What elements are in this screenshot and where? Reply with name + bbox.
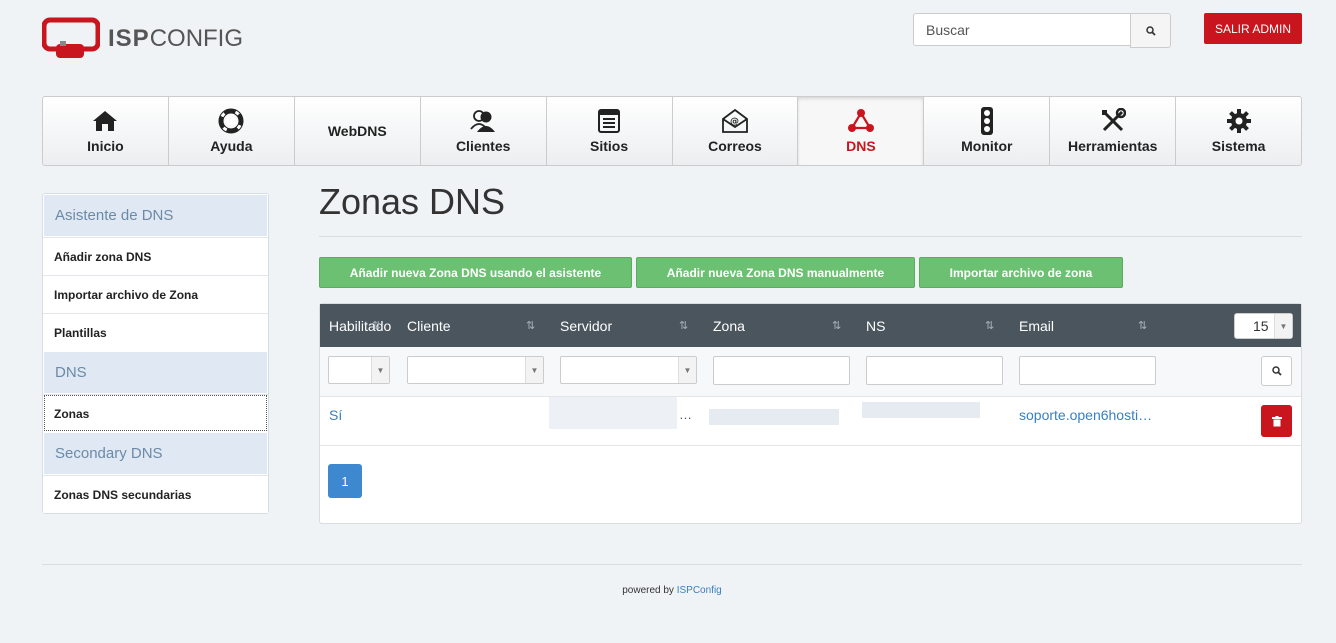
mail-icon: @ xyxy=(721,108,749,134)
search-button[interactable] xyxy=(1130,13,1171,48)
chevron-down-icon: ▼ xyxy=(371,357,389,383)
sidebar-item-anadir-zona[interactable]: Añadir zona DNS xyxy=(43,237,268,275)
redacted-servidor xyxy=(549,397,677,429)
sort-icon[interactable]: ⇅ xyxy=(832,319,841,332)
nav-monitor[interactable]: Monitor xyxy=(924,97,1051,165)
search-icon xyxy=(1271,366,1282,376)
filter-habilitado-select[interactable]: ▼ xyxy=(328,356,390,384)
nav-inicio[interactable]: Inicio xyxy=(43,97,169,165)
column-ns[interactable]: NS xyxy=(866,318,885,334)
filter-search-button[interactable] xyxy=(1261,356,1292,386)
network-icon xyxy=(847,108,875,134)
chevron-down-icon: ▼ xyxy=(678,357,696,383)
nav-dns[interactable]: DNS xyxy=(798,97,925,165)
traffic-light-icon xyxy=(979,107,995,135)
tools-icon xyxy=(1100,108,1126,134)
sidebar-item-zonas-secundarias[interactable]: Zonas DNS secundarias xyxy=(43,475,268,513)
ispconfig-link[interactable]: ISPConfig xyxy=(677,585,722,596)
filter-zona-input[interactable] xyxy=(713,356,850,385)
nav-ayuda[interactable]: Ayuda xyxy=(169,97,295,165)
nav-webdns[interactable]: WebDNS xyxy=(295,97,421,165)
sort-icon[interactable]: ⇅ xyxy=(679,319,688,332)
filter-ns-input[interactable] xyxy=(866,356,1003,385)
rows-per-page-select[interactable]: 15 ▼ xyxy=(1234,313,1293,339)
brand-name: ISPCONFIG xyxy=(108,25,244,52)
footer-divider xyxy=(42,564,1302,565)
trash-icon xyxy=(1271,415,1282,426)
footer: powered by ISPConfig xyxy=(622,585,722,596)
lifebuoy-icon xyxy=(218,108,244,134)
sort-icon[interactable]: ⇅ xyxy=(526,319,535,332)
sidebar-item-importar-zona[interactable]: Importar archivo de Zona xyxy=(43,275,268,313)
chevron-down-icon: ▼ xyxy=(1274,314,1292,338)
sidebar-section-secondary: Secondary DNS xyxy=(44,433,267,474)
cell-servidor: … xyxy=(679,407,692,422)
logo-mark-icon xyxy=(41,17,101,61)
sort-icon[interactable]: ⇅ xyxy=(1138,319,1147,332)
delete-button[interactable] xyxy=(1261,405,1292,437)
filter-cliente-select[interactable]: ▼ xyxy=(407,356,544,384)
users-icon xyxy=(469,108,497,134)
add-zone-wizard-button[interactable]: Añadir nueva Zona DNS usando el asistent… xyxy=(319,257,632,288)
column-servidor[interactable]: Servidor xyxy=(560,318,612,334)
svg-text:@: @ xyxy=(730,117,739,127)
filter-servidor-select[interactable]: ▼ xyxy=(560,356,697,384)
sidebar-section-dns: DNS xyxy=(44,352,267,393)
browser-icon xyxy=(597,108,621,134)
sidebar-item-plantillas[interactable]: Plantillas xyxy=(43,313,268,351)
filter-email-input[interactable] xyxy=(1019,356,1156,385)
logout-button[interactable]: SALIR ADMIN xyxy=(1204,13,1302,44)
column-email[interactable]: Email xyxy=(1019,318,1054,334)
nav-correos[interactable]: @ Correos xyxy=(673,97,799,165)
chevron-down-icon: ▼ xyxy=(525,357,543,383)
nav-clientes[interactable]: Clientes xyxy=(421,97,547,165)
nav-sitios[interactable]: Sitios xyxy=(547,97,673,165)
search-box xyxy=(913,13,1171,48)
title-divider xyxy=(319,236,1302,237)
cell-email[interactable]: soporte.open6hosti… xyxy=(1019,407,1152,423)
ispconfig-logo[interactable]: ISPCONFIG xyxy=(41,17,244,61)
cell-habilitado[interactable]: Sí xyxy=(329,407,342,423)
redacted-ns xyxy=(862,402,980,418)
add-zone-manual-button[interactable]: Añadir nueva Zona DNS manualmente xyxy=(636,257,915,288)
table-row[interactable]: Sí … soporte.open6hosti… xyxy=(320,397,1301,446)
page-title: Zonas DNS xyxy=(319,181,506,222)
zones-table-panel: Habilitado ⇅ Cliente ⇅ Servidor ⇅ Zona ⇅… xyxy=(319,303,1302,524)
import-zone-file-button[interactable]: Importar archivo de zona xyxy=(919,257,1123,288)
column-habilitado[interactable]: Habilitado xyxy=(329,318,391,334)
redacted-zona xyxy=(709,409,839,425)
sort-icon[interactable]: ⇅ xyxy=(372,319,381,332)
gear-icon xyxy=(1226,108,1252,134)
search-input[interactable] xyxy=(913,13,1130,46)
sidebar: Asistente de DNS Añadir zona DNS Importa… xyxy=(42,193,269,514)
nav-herramientas[interactable]: Herramientas xyxy=(1050,97,1177,165)
column-zona[interactable]: Zona xyxy=(713,318,745,334)
pagination-page-1[interactable]: 1 xyxy=(328,464,362,498)
sidebar-section-asistente: Asistente de DNS xyxy=(44,195,267,236)
main-nav: Inicio Ayuda WebDNS Clientes Sitios @ Co… xyxy=(42,96,1302,166)
table-header: Habilitado ⇅ Cliente ⇅ Servidor ⇅ Zona ⇅… xyxy=(320,304,1301,347)
sidebar-item-zonas[interactable]: Zonas xyxy=(43,394,268,432)
column-cliente[interactable]: Cliente xyxy=(407,318,451,334)
filter-row: ▼ ▼ ▼ xyxy=(320,347,1301,397)
sort-icon[interactable]: ⇅ xyxy=(985,319,994,332)
search-icon xyxy=(1145,25,1156,36)
home-icon xyxy=(92,108,118,134)
nav-sistema[interactable]: Sistema xyxy=(1176,97,1301,165)
